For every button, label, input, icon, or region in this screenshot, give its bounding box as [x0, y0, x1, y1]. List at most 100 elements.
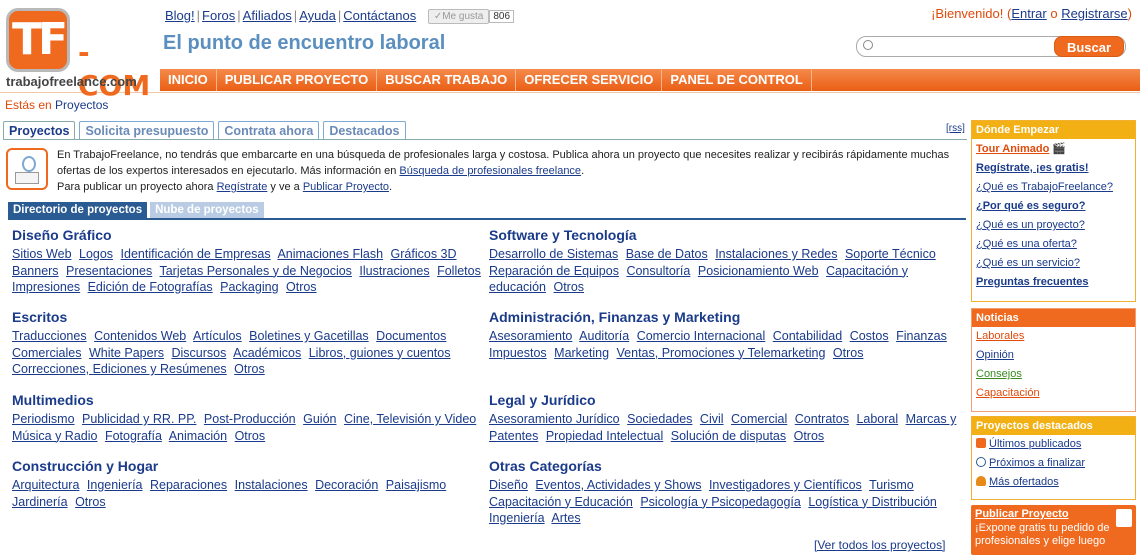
- tour-link[interactable]: Tour Animado: [976, 143, 1049, 155]
- publish-project-title[interactable]: Publicar Proyecto: [971, 505, 1136, 520]
- subcategory-link[interactable]: Post-Producción: [204, 412, 296, 426]
- category-title[interactable]: Administración, Finanzas y Marketing: [489, 309, 964, 325]
- subcategory-link[interactable]: Diseño: [489, 478, 528, 492]
- subcategory-link[interactable]: Solución de disputas: [671, 429, 786, 443]
- subcategory-link[interactable]: Psicología y Psicopedagogía: [640, 495, 801, 509]
- news-laborales-link[interactable]: Laborales: [976, 330, 1024, 342]
- subcategory-link[interactable]: Costos: [850, 329, 889, 343]
- latest-published-link[interactable]: Últimos publicados: [989, 438, 1081, 450]
- link-contactanos[interactable]: Contáctanos: [343, 8, 416, 23]
- subcategory-link[interactable]: Animaciones Flash: [277, 247, 383, 261]
- faq-link[interactable]: Preguntas frecuentes: [976, 276, 1088, 288]
- subcategory-link[interactable]: Asesoramiento: [489, 329, 572, 343]
- search-input[interactable]: [877, 39, 1047, 55]
- subcategory-link[interactable]: Paisajismo: [386, 478, 446, 492]
- subcategory-link[interactable]: Consultoría: [626, 264, 690, 278]
- tab-nube[interactable]: Nube de proyectos: [150, 202, 264, 218]
- subcategory-link[interactable]: Capacitación y Educación: [489, 495, 633, 509]
- category-title[interactable]: Escritos: [12, 309, 487, 325]
- subcategory-link[interactable]: Comercio Internacional: [637, 329, 766, 343]
- subcategory-link[interactable]: Arquitectura: [12, 478, 79, 492]
- subcategory-link[interactable]: Otros: [235, 429, 266, 443]
- subcategory-link[interactable]: Marketing: [554, 346, 609, 360]
- tab-directorio[interactable]: Directorio de proyectos: [8, 202, 148, 218]
- subcategory-link[interactable]: Banners: [12, 264, 59, 278]
- subcategory-link[interactable]: Logos: [79, 247, 113, 261]
- nav-panel-de-control[interactable]: PANEL DE CONTROL: [662, 69, 812, 91]
- subcategory-link[interactable]: Traducciones: [12, 329, 87, 343]
- nav-ofrecer-servicio[interactable]: OFRECER SERVICIO: [516, 69, 663, 91]
- subcategory-link[interactable]: Otros: [553, 280, 584, 294]
- subcategory-link[interactable]: Boletines y Gacetillas: [249, 329, 369, 343]
- link-blog[interactable]: Blog!: [165, 8, 195, 23]
- subcategory-link[interactable]: Identificación de Empresas: [121, 247, 271, 261]
- subcategory-link[interactable]: Soporte Técnico: [845, 247, 936, 261]
- subcategory-link[interactable]: Turismo: [869, 478, 914, 492]
- subcategory-link[interactable]: Contratos: [795, 412, 849, 426]
- subcategory-link[interactable]: Gráficos 3D: [391, 247, 457, 261]
- subcategory-link[interactable]: Eventos, Actividades y Shows: [535, 478, 701, 492]
- subcategory-link[interactable]: Discursos: [171, 346, 226, 360]
- subcategory-link[interactable]: Presentaciones: [66, 264, 152, 278]
- ending-soon-link[interactable]: Próximos a finalizar: [989, 457, 1085, 469]
- subcategory-link[interactable]: Libros, guiones y cuentos: [309, 346, 451, 360]
- subcategory-link[interactable]: Animación: [169, 429, 227, 443]
- rss-link[interactable]: [rss]: [946, 123, 965, 134]
- subcategory-link[interactable]: Correcciones, Ediciones y Resúmenes: [12, 362, 227, 376]
- tab-contrata-ahora[interactable]: Contrata ahora: [218, 121, 320, 140]
- subcategory-link[interactable]: Instalaciones y Redes: [715, 247, 837, 261]
- subcategory-link[interactable]: Tarjetas Personales y de Negocios: [159, 264, 351, 278]
- category-title[interactable]: Otras Categorías: [489, 458, 964, 474]
- most-offered-link[interactable]: Más ofertados: [989, 476, 1059, 488]
- category-title[interactable]: Software y Tecnología: [489, 227, 964, 243]
- publish-project-promo[interactable]: Publicar Proyecto ¡Expone gratis tu pedi…: [971, 505, 1136, 555]
- site-logo[interactable]: TF -COM trabajofreelance.com: [4, 6, 154, 102]
- subcategory-link[interactable]: Otros: [286, 280, 317, 294]
- subcategory-link[interactable]: White Papers: [89, 346, 164, 360]
- link-afiliados[interactable]: Afiliados: [243, 8, 292, 23]
- category-title[interactable]: Multimedios: [12, 392, 487, 408]
- subcategory-link[interactable]: Base de Datos: [626, 247, 708, 261]
- subcategory-link[interactable]: Ventas, Promociones y Telemarketing: [617, 346, 826, 360]
- tab-proyectos[interactable]: Proyectos: [3, 121, 76, 140]
- subcategory-link[interactable]: Reparación de Equipos: [489, 264, 619, 278]
- subcategory-link[interactable]: Decoración: [315, 478, 378, 492]
- subcategory-link[interactable]: Asesoramiento Jurídico: [489, 412, 620, 426]
- subcategory-link[interactable]: Reparaciones: [150, 478, 227, 492]
- subcategory-link[interactable]: Instalaciones: [235, 478, 308, 492]
- link-ayuda[interactable]: Ayuda: [299, 8, 336, 23]
- category-title[interactable]: Legal y Jurídico: [489, 392, 964, 408]
- subcategory-link[interactable]: Música y Radio: [12, 429, 97, 443]
- register-link[interactable]: Registrarse: [1061, 6, 1127, 21]
- login-link[interactable]: Entrar: [1011, 6, 1046, 21]
- subcategory-link[interactable]: Artes: [551, 511, 580, 525]
- intro-link-publicar[interactable]: Publicar Proyecto: [303, 181, 389, 193]
- faq-service-link[interactable]: ¿Qué es un servicio?: [976, 257, 1080, 269]
- subcategory-link[interactable]: Fotografía: [105, 429, 162, 443]
- like-button[interactable]: ✓Me gusta: [427, 9, 490, 24]
- intro-link-busqueda[interactable]: Búsqueda de profesionales freelance: [399, 165, 581, 177]
- nav-buscar-trabajo[interactable]: BUSCAR TRABAJO: [377, 69, 517, 91]
- news-opinion-link[interactable]: Opinión: [976, 349, 1014, 361]
- subcategory-link[interactable]: Periodismo: [12, 412, 75, 426]
- subcategory-link[interactable]: Otros: [234, 362, 265, 376]
- subcategory-link[interactable]: Civil: [700, 412, 724, 426]
- subcategory-link[interactable]: Otros: [794, 429, 825, 443]
- faq-offer-link[interactable]: ¿Qué es una oferta?: [976, 238, 1077, 250]
- subcategory-link[interactable]: Cine, Televisión y Video: [344, 412, 476, 426]
- subcategory-link[interactable]: Auditoría: [579, 329, 629, 343]
- tab-solicita-presupuesto[interactable]: Solicita presupuesto: [79, 121, 215, 140]
- subcategory-link[interactable]: Publicidad y RR. PP.: [82, 412, 196, 426]
- subcategory-link[interactable]: Ingeniería: [489, 511, 545, 525]
- subcategory-link[interactable]: Edición de Fotografías: [88, 280, 213, 294]
- subcategory-link[interactable]: Contabilidad: [773, 329, 843, 343]
- subcategory-link[interactable]: Otros: [75, 495, 106, 509]
- category-title[interactable]: Diseño Gráfico: [12, 227, 487, 243]
- intro-link-registrate[interactable]: Regístrate: [217, 181, 268, 193]
- search-button[interactable]: Buscar: [1054, 36, 1124, 57]
- subcategory-link[interactable]: Investigadores y Científicos: [709, 478, 862, 492]
- subcategory-link[interactable]: Propiedad Intelectual: [546, 429, 663, 443]
- subcategory-link[interactable]: Impuestos: [489, 346, 547, 360]
- faq-project-link[interactable]: ¿Qué es un proyecto?: [976, 219, 1085, 231]
- subcategory-link[interactable]: Sitios Web: [12, 247, 72, 261]
